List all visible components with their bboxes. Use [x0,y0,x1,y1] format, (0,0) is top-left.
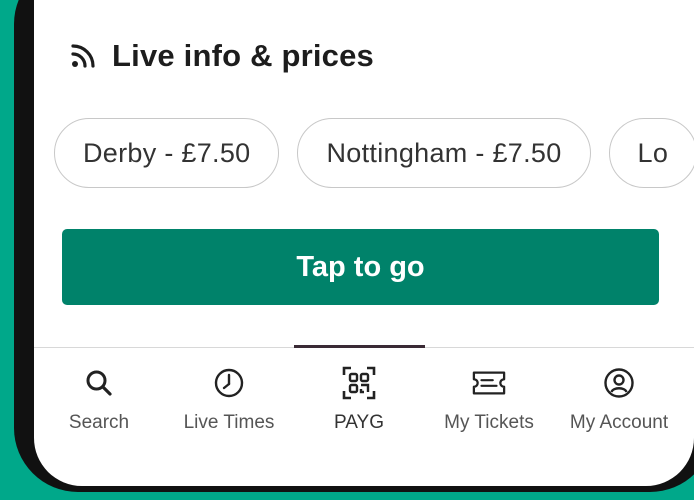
app-screen: Live info & prices Derby - £7.50 Notting… [34,0,694,486]
tab-search[interactable]: Search [34,366,164,434]
price-chip-list: Derby - £7.50 Nottingham - £7.50 Lo [54,118,694,188]
price-chip-nottingham[interactable]: Nottingham - £7.50 [297,118,591,188]
tab-label: My Account [569,412,669,433]
tab-my-account[interactable]: My Account [554,366,684,434]
tap-to-go-button[interactable]: Tap to go [62,229,659,305]
search-icon [82,366,116,400]
tab-label: Live Times [183,412,275,433]
price-chip-derby[interactable]: Derby - £7.50 [54,118,280,188]
tab-payg[interactable]: PAYG [294,366,424,434]
live-signal-icon [70,42,98,70]
section-title: Live info & prices [112,38,374,73]
account-icon [602,366,636,400]
clock-icon [212,366,246,400]
tab-my-tickets[interactable]: My Tickets [424,366,554,434]
tab-live-times[interactable]: Live Times [164,366,294,434]
qr-code-icon [342,366,376,400]
ticket-icon [472,366,506,400]
tab-label: Search [68,412,130,433]
price-chip-partial[interactable]: Lo [608,118,694,188]
tab-label: My Tickets [444,412,534,433]
active-tab-indicator [294,345,425,348]
bottom-tab-bar: Search Live Times PAYG My Tickets My Acc… [34,345,694,486]
tab-label: PAYG [334,412,384,433]
live-info-header: Live info & prices [70,38,374,74]
